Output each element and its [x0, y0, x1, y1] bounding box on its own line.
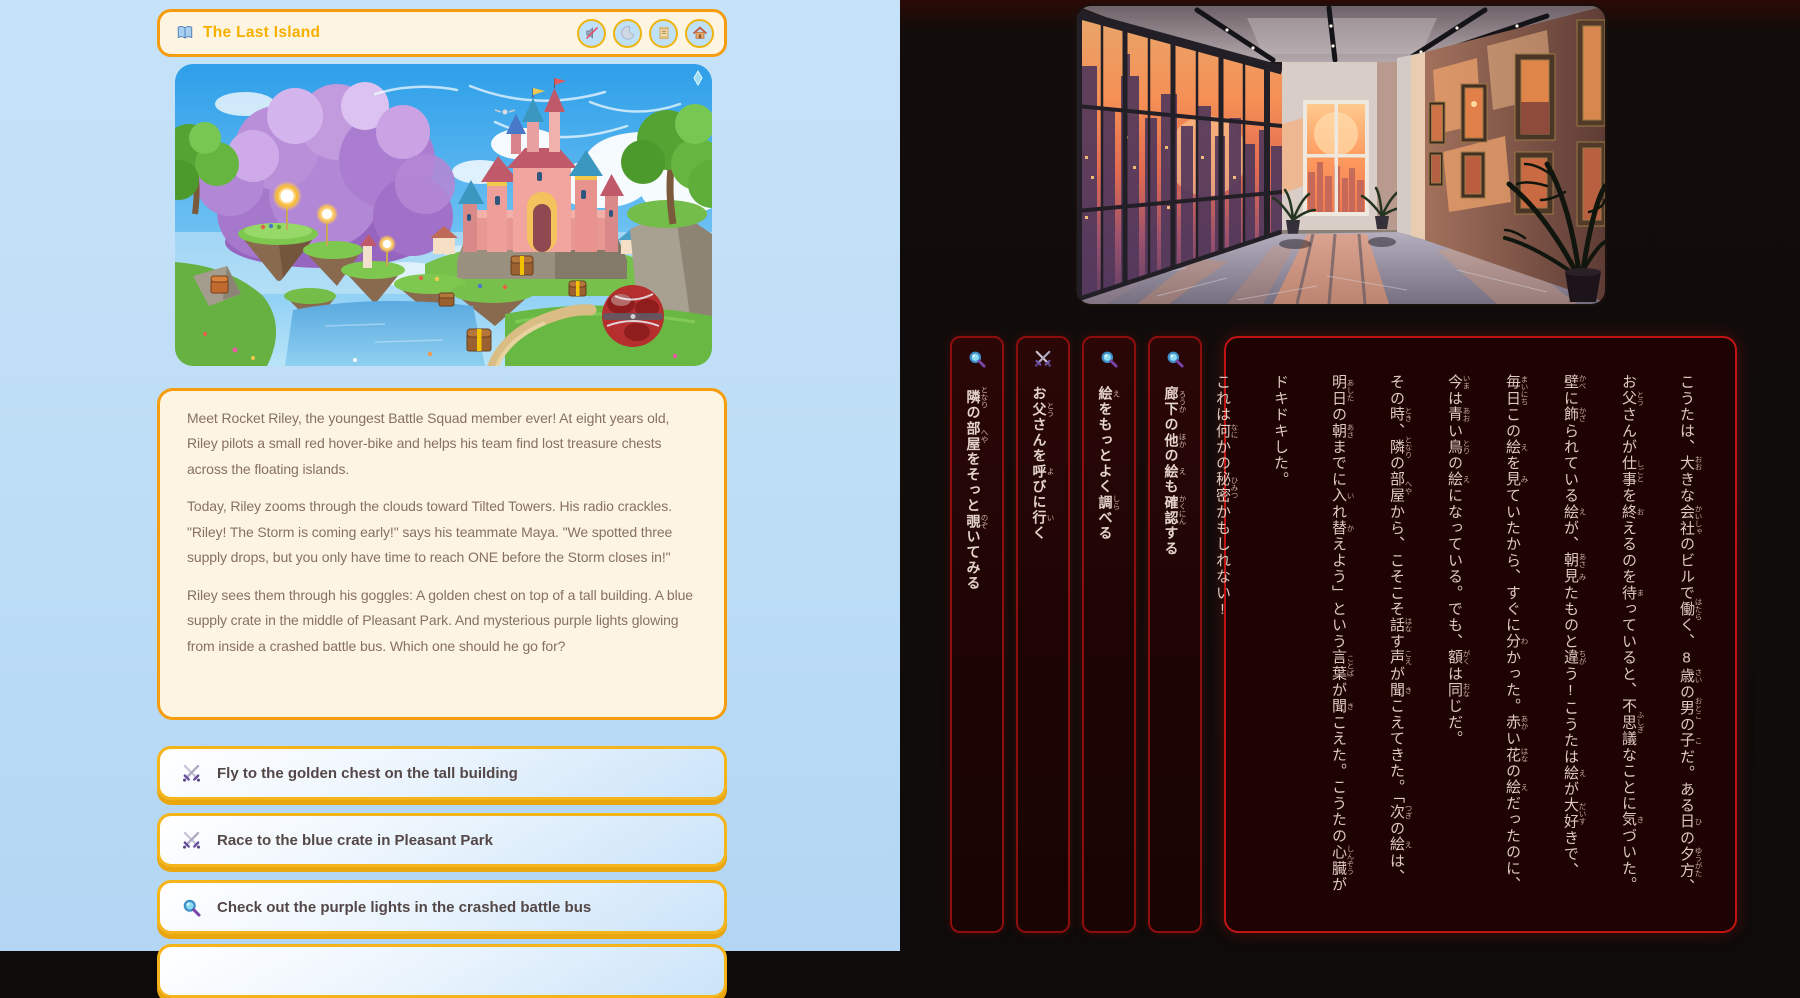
- story-scroll-button[interactable]: [649, 19, 678, 48]
- story-paragraph: その時とき、隣となりの部屋へやから、こそこそ話はなす声こえが聞きこえてきた。「次…: [1251, 374, 1425, 895]
- magnifier-icon: [967, 349, 987, 369]
- story-paragraph: 壁かべに飾かざられている絵えが、朝あさ見みたものと違ちがう!こうたは絵えが大好だ…: [1425, 374, 1599, 895]
- story-paragraph: Meet Rocket Riley, the youngest Battle S…: [187, 406, 697, 482]
- choice-partial[interactable]: [157, 944, 727, 998]
- scroll-icon: [656, 25, 672, 41]
- choice-label: お父とうさんを呼よびに行いく: [1031, 386, 1054, 541]
- story-title: The Last Island: [203, 24, 320, 42]
- choice-blue-crate[interactable]: Race to the blue crate in Pleasant Park: [157, 813, 727, 867]
- night-mode-button[interactable]: [613, 19, 642, 48]
- magnifier-icon: [1099, 349, 1119, 369]
- crossed-swords-icon: [181, 763, 202, 784]
- crossed-swords-icon: [181, 830, 202, 851]
- story-paragraph: Today, Riley zooms through the clouds to…: [187, 494, 697, 570]
- choice-golden-chest[interactable]: Fly to the golden chest on the tall buil…: [157, 746, 727, 800]
- choice-call-father[interactable]: お父とうさんを呼よびに行いく: [1016, 336, 1070, 933]
- home-button[interactable]: [685, 19, 714, 48]
- open-book-icon: [176, 24, 194, 42]
- story-paragraph: こうたは、大おおきな会社かいしゃのビルで働はたらく、8歳さいの男おとこの子こだ。…: [1599, 374, 1715, 895]
- choice-label: Check out the purple lights in the crash…: [217, 899, 591, 916]
- crossed-swords-icon: [1033, 349, 1053, 369]
- gallery-illustration: [1077, 6, 1605, 304]
- choice-examine-painting[interactable]: 絵えをもっとよく調しらべる: [1082, 336, 1136, 933]
- story-illustration-floating-islands: [175, 64, 712, 366]
- choice-label: Race to the blue crate in Pleasant Park: [217, 832, 493, 849]
- muted-speaker-icon: [584, 25, 600, 41]
- story-paragraph: これは何なにかの秘密ひみつかもしれない!: [1193, 374, 1251, 895]
- choice-purple-lights[interactable]: Check out the purple lights in the crash…: [157, 880, 727, 934]
- choice-label: 廊下ろうかの他ほかの絵えも確認かくにんする: [1163, 386, 1186, 557]
- japanese-story-panel: 隣となりの部屋へやをそっと覗のぞいてみる お父とうさんを呼よびに行いく 絵えをも…: [900, 0, 1800, 951]
- japanese-story-text: こうたは、大おおきな会社かいしゃのビルで働はたらく、8歳さいの男おとこの子こだ。…: [1246, 374, 1715, 895]
- magnifier-icon: [181, 897, 202, 918]
- story-header: The Last Island: [157, 9, 727, 57]
- choice-label: Fly to the golden chest on the tall buil…: [217, 765, 518, 782]
- red-sphere: [602, 285, 664, 347]
- story-text-card: Meet Rocket Riley, the youngest Battle S…: [157, 388, 727, 720]
- choice-peek-next-room[interactable]: 隣となりの部屋へやをそっと覗のぞいてみる: [950, 336, 1004, 933]
- magnifier-icon: [1165, 349, 1185, 369]
- house-icon: [692, 25, 708, 41]
- moon-icon: [620, 25, 636, 41]
- mute-button[interactable]: [577, 19, 606, 48]
- title-wrap: The Last Island: [176, 24, 320, 42]
- choice-label: 絵えをもっとよく調しらべる: [1097, 386, 1120, 541]
- story-app-panel: The Last Island: [0, 0, 900, 951]
- choice-label: 隣となりの部屋へやをそっと覗のぞいてみる: [965, 386, 988, 591]
- japanese-story-text-card: こうたは、大おおきな会社かいしゃのビルで働はたらく、8歳さいの男おとこの子こだ。…: [1224, 336, 1737, 933]
- header-toolbar: [570, 19, 714, 48]
- story-paragraph: Riley sees them through his goggles: A g…: [187, 583, 697, 659]
